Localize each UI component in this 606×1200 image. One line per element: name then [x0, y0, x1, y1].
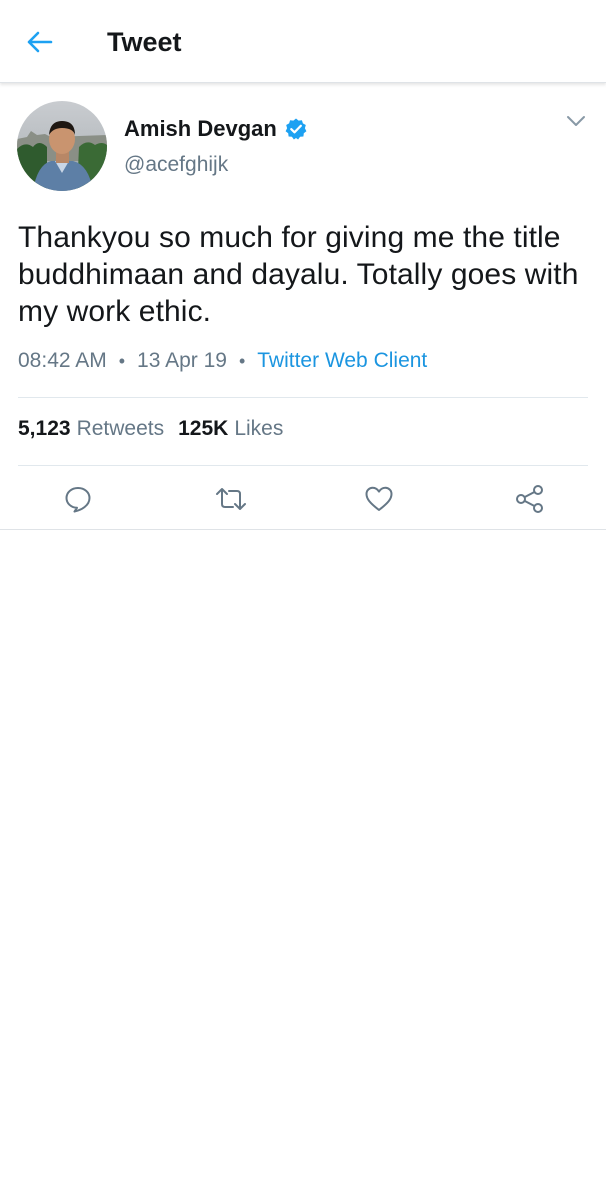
tweet-meta: 08:42 AM • 13 Apr 19 • Twitter Web Clien… — [18, 349, 427, 373]
divider — [18, 397, 588, 398]
author-handle[interactable]: @acefghijk — [124, 153, 228, 177]
app-bar: Tweet — [0, 0, 606, 83]
arrow-left-icon — [27, 31, 53, 53]
reply-icon — [65, 487, 91, 513]
chevron-down-icon — [567, 116, 585, 126]
tweet-time: 08:42 AM — [18, 349, 107, 372]
like-button[interactable] — [359, 481, 399, 517]
divider — [18, 465, 588, 466]
tweet-client-link[interactable]: Twitter Web Client — [257, 349, 427, 373]
retweets-count: 5,123 — [18, 417, 71, 440]
heart-icon — [365, 486, 393, 511]
avatar[interactable] — [17, 101, 107, 191]
retweets-stat[interactable]: 5,123 Retweets — [18, 417, 178, 441]
share-icon — [516, 485, 543, 513]
tweet-detail: Amish Devgan @acefghijk Thankyou so much… — [0, 83, 606, 530]
author-row[interactable]: Amish Devgan — [124, 113, 308, 145]
meta-separator: • — [238, 350, 246, 371]
back-button[interactable] — [20, 22, 60, 62]
reply-button[interactable] — [58, 481, 98, 517]
author-name[interactable]: Amish Devgan — [124, 116, 277, 142]
page-title: Tweet — [107, 27, 182, 57]
likes-count: 125K — [178, 417, 229, 440]
retweet-button[interactable] — [211, 481, 251, 517]
retweets-label: Retweets — [76, 417, 165, 440]
tweet-date: 13 Apr 19 — [137, 349, 227, 372]
likes-label: Likes — [234, 417, 284, 440]
share-button[interactable] — [510, 481, 550, 517]
more-options-button[interactable] — [562, 109, 590, 133]
tweet-text: Thankyou so much for giving me the title… — [18, 221, 579, 328]
meta-separator: • — [118, 350, 126, 371]
tweet-stats: 5,123 Retweets 125K Likes — [18, 417, 297, 441]
likes-stat[interactable]: 125K Likes — [178, 417, 297, 441]
verified-badge-icon — [284, 117, 308, 141]
retweet-icon — [216, 488, 246, 510]
